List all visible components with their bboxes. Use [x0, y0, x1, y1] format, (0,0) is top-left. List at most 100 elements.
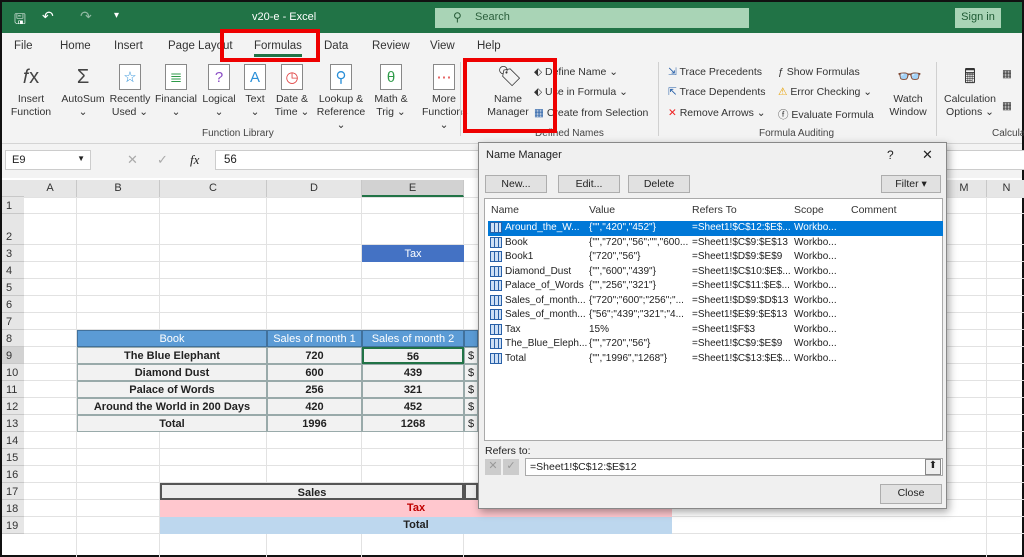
function-button-8[interactable]: θ Math & Trig ⌄ — [370, 64, 412, 119]
col-name[interactable]: Name — [491, 204, 519, 216]
remove-arrows-button[interactable]: ✕ Remove Arrows ⌄ — [668, 107, 766, 119]
name-list-row[interactable]: Palace_of_Words {"","256","321"} =Sheet1!$… — [488, 279, 943, 294]
tab-help[interactable]: Help — [477, 40, 501, 52]
close-button[interactable]: Close — [880, 484, 942, 504]
error-checking-button[interactable]: ⚠ Error Checking ⌄ — [778, 86, 872, 98]
row-header[interactable]: 11 — [2, 381, 24, 398]
cancel-icon[interactable]: ✕ — [127, 152, 138, 168]
row-header[interactable]: 15 — [2, 449, 24, 466]
f-cell[interactable]: $ — [464, 398, 478, 415]
tab-file[interactable]: File — [14, 40, 33, 52]
help-button[interactable]: ? — [887, 148, 894, 162]
header-month2[interactable]: Sales of month 2 — [362, 330, 464, 347]
name-list-row[interactable]: Book1 {"720","56"} =Sheet1!$D$9:$E$9 Workbo… — [488, 250, 943, 265]
function-button-5[interactable]: A Text ⌄ — [240, 64, 270, 119]
header-book[interactable]: Book — [77, 330, 267, 347]
month2-cell[interactable]: 1268 — [362, 415, 464, 432]
column-header[interactable]: C — [160, 180, 267, 197]
enter-icon[interactable]: ✓ — [157, 152, 168, 168]
calculate-sheet-icon[interactable]: ▦ — [1002, 100, 1012, 112]
row-header[interactable]: 7 — [2, 313, 24, 330]
search-box[interactable]: ⚲ Search — [435, 8, 749, 28]
month1-cell[interactable]: 720 — [267, 347, 362, 364]
month2-cell[interactable]: 439 — [362, 364, 464, 381]
name-box[interactable]: E9 ▼ — [5, 150, 91, 170]
month1-cell[interactable]: 1996 — [267, 415, 362, 432]
show-formulas-button[interactable]: ƒ Show Formulas — [778, 66, 860, 78]
row-header[interactable]: 14 — [2, 432, 24, 449]
f-cell[interactable]: $ — [464, 364, 478, 381]
book-cell[interactable]: Palace of Words — [77, 381, 267, 398]
function-button-6[interactable]: ◷ Date & Time ⌄ — [272, 64, 312, 119]
tab-insert[interactable]: Insert — [114, 40, 143, 52]
edit-button[interactable]: Edit... — [558, 175, 620, 193]
function-button-2[interactable]: ☆ Recently Used ⌄ — [108, 64, 152, 119]
column-header[interactable]: B — [77, 180, 160, 197]
watch-window-button[interactable]: 👓 Watch Window — [885, 64, 931, 119]
row-header[interactable]: 17 — [2, 483, 24, 500]
month1-cell[interactable]: 420 — [267, 398, 362, 415]
row-header[interactable]: 9 — [2, 347, 24, 364]
cancel-edit-icon[interactable]: ✕ — [485, 459, 501, 475]
name-list-row[interactable]: Around_the_W... {"","420","452"} =Sheet1!$… — [488, 221, 943, 236]
tax-label-cell[interactable]: Tax — [362, 245, 464, 262]
col-comment[interactable]: Comment — [851, 204, 897, 216]
month1-cell[interactable]: 256 — [267, 381, 362, 398]
row-header[interactable]: 4 — [2, 262, 24, 279]
book-cell[interactable]: Diamond Dust — [77, 364, 267, 381]
new-button[interactable]: New... — [485, 175, 547, 193]
month2-cell[interactable]: 321 — [362, 381, 464, 398]
function-button-4[interactable]: ? Logical ⌄ — [199, 64, 239, 119]
book-cell[interactable]: The Blue Elephant — [77, 347, 267, 364]
row-header[interactable]: 10 — [2, 364, 24, 381]
row-header[interactable]: 16 — [2, 466, 24, 483]
trace-dependents-button[interactable]: ⇱ Trace Dependents — [668, 86, 766, 98]
evaluate-formula-button[interactable]: ⓕ Evaluate Formula — [778, 107, 874, 122]
column-header[interactable]: A — [24, 180, 77, 197]
month2-cell[interactable]: 452 — [362, 398, 464, 415]
function-button-3[interactable]: ≣ Financial ⌄ — [153, 64, 199, 119]
function-button-7[interactable]: ⚲ Lookup & Reference ⌄ — [314, 64, 368, 132]
row-header[interactable]: 19 — [2, 517, 24, 534]
function-button-1[interactable]: Σ AutoSum ⌄ — [59, 64, 107, 119]
sales-cell[interactable]: Sales — [160, 483, 464, 500]
dialog-close-icon[interactable]: ✕ — [922, 147, 933, 163]
col-refers-to[interactable]: Refers To — [692, 204, 737, 216]
filter-button[interactable]: Filter ▾ — [881, 175, 941, 193]
insert-function-icon[interactable]: fx — [190, 152, 199, 168]
row-header[interactable]: 3 — [2, 245, 24, 262]
select-all-corner[interactable] — [2, 180, 24, 197]
tab-data[interactable]: Data — [324, 40, 348, 52]
name-list-row[interactable]: Sales_of_month... {"720";"600";"256";"...… — [488, 294, 943, 309]
confirm-edit-icon[interactable]: ✓ — [503, 459, 519, 475]
name-list-row[interactable]: The_Blue_Eleph... {"","720","56"} =Sheet1!… — [488, 337, 943, 352]
f17-cell[interactable] — [464, 483, 478, 500]
row-header[interactable]: 6 — [2, 296, 24, 313]
total-cell[interactable]: Total — [160, 517, 672, 534]
f-cell[interactable]: $ — [464, 415, 478, 432]
book-cell[interactable]: Around the World in 200 Days — [77, 398, 267, 415]
column-header[interactable]: D — [267, 180, 362, 197]
row-header[interactable]: 12 — [2, 398, 24, 415]
name-list-row[interactable]: Tax 15% =Sheet1!$F$3 Workbo... — [488, 323, 943, 338]
row-header[interactable]: 5 — [2, 279, 24, 296]
trace-precedents-button[interactable]: ⇲ Trace Precedents — [668, 66, 762, 78]
name-list-row[interactable]: Book {"","720","56";"","600... =Sheet1!$C$… — [488, 236, 943, 251]
tab-view[interactable]: View — [430, 40, 455, 52]
calculation-options-button[interactable]: 🖩 Calculation Options ⌄ — [942, 64, 998, 119]
name-list-row[interactable]: Total {"","1996","1268"} =Sheet1!$C$13:$E$… — [488, 352, 943, 367]
calculate-now-icon[interactable]: ▦ — [1002, 68, 1012, 80]
sign-in-button[interactable]: Sign in — [955, 8, 1001, 28]
function-button-0[interactable]: 𝑓x Insert Function — [7, 64, 55, 119]
book-cell[interactable]: Total — [77, 415, 267, 432]
tab-review[interactable]: Review — [372, 40, 410, 52]
row-header[interactable]: 13 — [2, 415, 24, 432]
row-header[interactable]: 8 — [2, 330, 24, 347]
name-list-row[interactable]: Diamond_Dust {"","600","439"} =Sheet1!$C$1… — [488, 265, 943, 280]
month1-cell[interactable]: 600 — [267, 364, 362, 381]
name-list-row[interactable]: Sales_of_month... {"56";"439";"321";"4...… — [488, 308, 943, 323]
redo-icon[interactable]: ↷ — [80, 8, 92, 25]
save-icon[interactable]: 🖫 — [14, 9, 26, 33]
tab-home[interactable]: Home — [60, 40, 91, 52]
header-month1[interactable]: Sales of month 1 — [267, 330, 362, 347]
